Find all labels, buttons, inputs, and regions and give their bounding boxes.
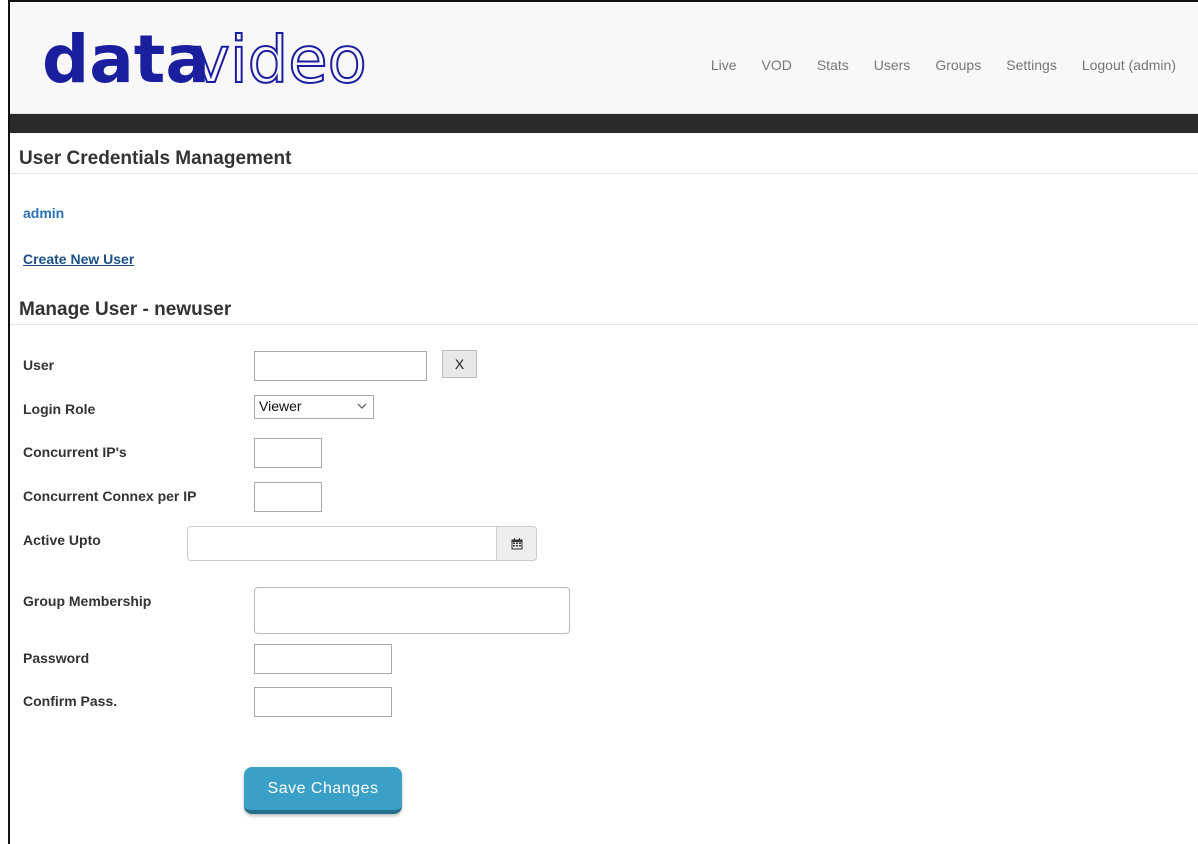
section-divider	[10, 173, 1198, 174]
user-link-admin[interactable]: admin	[23, 205, 64, 221]
nav-groups[interactable]: Groups	[935, 57, 981, 73]
credentials-section-title: User Credentials Management	[19, 148, 292, 169]
save-changes-button[interactable]: Save Changes	[244, 767, 402, 814]
nav-settings[interactable]: Settings	[1006, 57, 1057, 73]
login-role-value: Viewer	[259, 398, 302, 414]
confirm-password-input[interactable]	[254, 687, 392, 717]
main-nav: Live VOD Stats Users Groups Settings Log…	[686, 57, 1176, 73]
user-label: User	[23, 357, 55, 373]
svg-text:video: video	[192, 24, 367, 98]
concurrent-connex-label: Concurrent Connex per IP	[23, 488, 197, 504]
user-input[interactable]	[254, 351, 427, 381]
active-upto-date-picker	[187, 526, 537, 561]
concurrent-connex-input[interactable]	[254, 482, 322, 512]
group-membership-select[interactable]	[254, 587, 570, 634]
nav-logout[interactable]: Logout (admin)	[1082, 57, 1176, 73]
nav-users[interactable]: Users	[874, 57, 911, 73]
group-membership-label: Group Membership	[23, 593, 152, 609]
manage-user-title: Manage User - newuser	[19, 299, 232, 320]
calendar-icon	[511, 537, 522, 549]
concurrent-ips-label: Concurrent IP's	[23, 444, 127, 460]
calendar-button[interactable]	[496, 527, 536, 560]
create-new-user-link[interactable]: Create New User	[23, 251, 134, 267]
nav-stats[interactable]: Stats	[817, 57, 849, 73]
chevron-down-icon	[357, 403, 367, 409]
login-role-select[interactable]: Viewer	[254, 395, 374, 419]
svg-text:data: data	[42, 21, 210, 98]
active-upto-input[interactable]	[188, 527, 497, 560]
password-label: Password	[23, 650, 90, 666]
login-role-label: Login Role	[23, 401, 96, 417]
concurrent-ips-input[interactable]	[254, 438, 322, 468]
nav-vod[interactable]: VOD	[762, 57, 792, 73]
clear-user-button[interactable]: X	[442, 350, 477, 378]
active-upto-label: Active Upto	[23, 532, 101, 548]
logo-graphic: data video	[42, 21, 368, 99]
password-input[interactable]	[254, 644, 392, 674]
section-divider	[10, 324, 1198, 325]
top-navbar: data video Live VOD Stats Users Groups S…	[10, 2, 1198, 114]
confirm-password-label: Confirm Pass.	[23, 693, 118, 709]
navbar-divider-bar	[10, 114, 1198, 133]
nav-live[interactable]: Live	[711, 57, 737, 73]
datavideo-logo[interactable]: data video	[42, 20, 382, 100]
